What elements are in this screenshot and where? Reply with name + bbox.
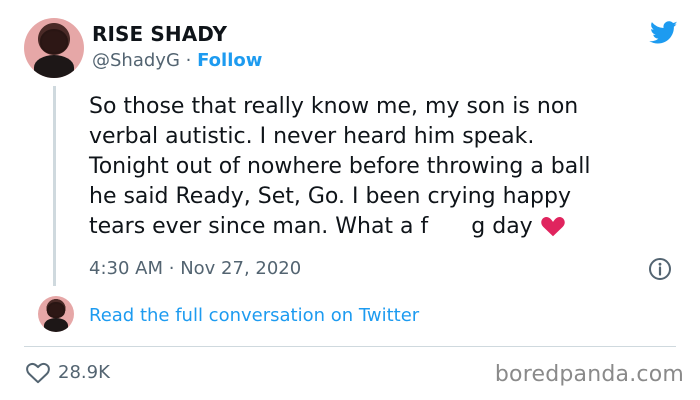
- read-full-conversation-link[interactable]: Read the full conversation on Twitter: [89, 305, 419, 326]
- tweet-meta[interactable]: 4:30 AM · Nov 27, 2020: [89, 258, 301, 279]
- reply-avatar[interactable]: [38, 296, 74, 332]
- tweet-text: So those that really know me, my son is …: [89, 92, 679, 242]
- tweet-text-line-4: he said Ready, Set, Go. I been crying ha…: [89, 184, 571, 209]
- thread-line: [53, 86, 56, 286]
- tweet-text-line-5-after: g day: [471, 214, 533, 239]
- heart-outline-icon[interactable]: [26, 362, 50, 384]
- author-handle[interactable]: @ShadyG: [92, 50, 180, 71]
- redacted-text: [429, 214, 471, 237]
- boredpanda-watermark: boredpanda.com: [494, 362, 684, 387]
- follow-link[interactable]: Follow: [197, 50, 262, 71]
- tweet-text-line-3: Tonight out of nowhere before throwing a…: [89, 154, 591, 179]
- footer-divider: [24, 346, 676, 347]
- tweet-time[interactable]: 4:30 AM: [89, 258, 163, 279]
- info-icon[interactable]: [648, 257, 672, 281]
- likes-count[interactable]: 28.9K: [58, 362, 110, 383]
- author-avatar[interactable]: [24, 18, 84, 78]
- twitter-bird-icon[interactable]: [646, 18, 680, 48]
- handle-separator: ·: [185, 50, 192, 71]
- tweet-card: RISE SHADY @ShadyG · Follow So those tha…: [0, 0, 700, 400]
- author-handle-row: @ShadyG · Follow: [92, 50, 262, 71]
- red-heart-icon: [540, 216, 565, 237]
- tweet-text-line-5-before: tears ever since man. What a f: [89, 214, 429, 239]
- tweet-text-line-1: So those that really know me, my son is …: [89, 94, 579, 119]
- tweet-date[interactable]: Nov 27, 2020: [180, 258, 301, 279]
- tweet-text-line-2: verbal autistic. I never heard him speak…: [89, 124, 535, 149]
- author-display-name[interactable]: RISE SHADY: [92, 22, 227, 46]
- meta-separator: ·: [168, 258, 175, 279]
